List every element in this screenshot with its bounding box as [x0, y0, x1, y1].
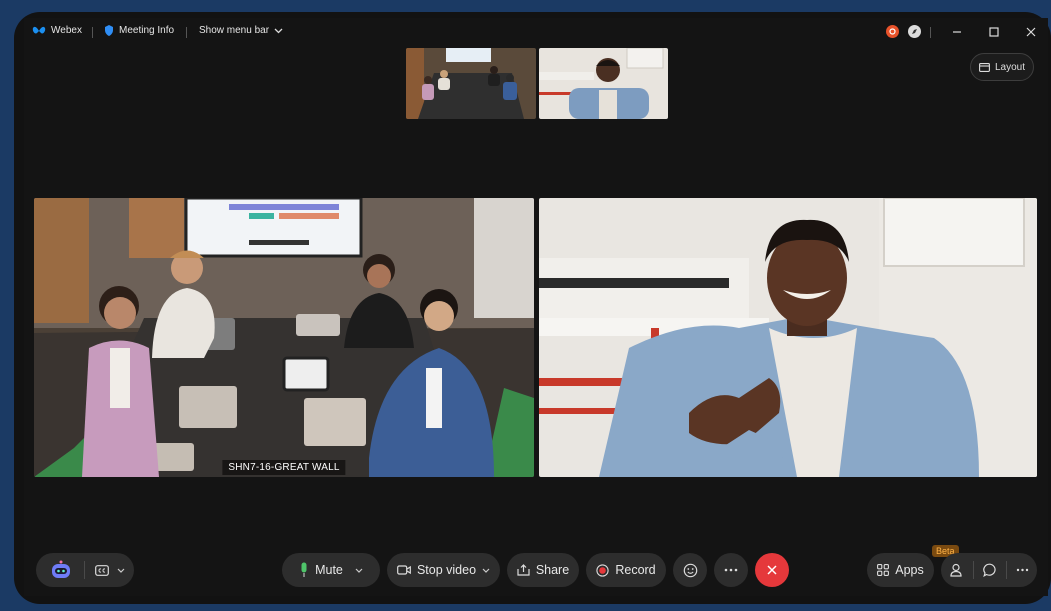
- thumbnail-participant[interactable]: [539, 48, 668, 119]
- minimize-button[interactable]: [947, 22, 967, 42]
- divider: [972, 561, 974, 579]
- share-label: Share: [535, 563, 570, 577]
- divider: [930, 27, 931, 38]
- compass-icon[interactable]: [908, 25, 921, 38]
- title-bar: Webex Meeting Info Show menu bar: [24, 18, 1048, 46]
- maximize-icon: [989, 27, 999, 37]
- maximize-button[interactable]: [984, 22, 1004, 42]
- webex-logo: Webex: [32, 25, 82, 36]
- apps-button[interactable]: Apps: [867, 553, 934, 587]
- share-icon: [517, 564, 530, 576]
- meeting-info-button[interactable]: Meeting Info: [104, 25, 174, 36]
- thumbnail-conference-room[interactable]: [406, 48, 536, 119]
- divider: [92, 27, 93, 38]
- layout-label: Layout: [994, 61, 1026, 73]
- divider: [186, 27, 187, 38]
- close-icon: [1026, 27, 1036, 37]
- participant-video: [539, 198, 1037, 477]
- mute-label: Mute: [315, 563, 343, 577]
- video-tile-conference-room[interactable]: SHN7-16-GREAT WALL: [34, 198, 534, 477]
- close-icon: [767, 565, 777, 575]
- meeting-info-label: Meeting Info: [119, 25, 175, 36]
- minimize-icon: [953, 31, 961, 33]
- app-name: Webex: [51, 25, 82, 36]
- chevron-down-icon[interactable]: [117, 568, 125, 573]
- closed-captions-icon[interactable]: [95, 564, 109, 576]
- recording-status-icon[interactable]: [886, 25, 899, 38]
- shield-icon: [104, 25, 114, 36]
- meeting-window: Webex Meeting Info Show menu bar Layout …: [24, 18, 1048, 596]
- participant-name-label: SHN7-16-GREAT WALL: [222, 460, 346, 475]
- ai-assistant-icon[interactable]: [50, 560, 72, 580]
- video-camera-icon: [397, 565, 411, 575]
- show-menu-bar-button[interactable]: Show menu bar: [199, 25, 283, 36]
- mute-button[interactable]: Mute: [282, 553, 380, 587]
- end-call-button[interactable]: [755, 553, 789, 587]
- webex-icon: [32, 26, 46, 36]
- assistant-captions-group: [36, 553, 134, 587]
- panel-buttons-group: [941, 553, 1037, 587]
- more-options-button[interactable]: [714, 553, 748, 587]
- reactions-button[interactable]: [673, 553, 707, 587]
- chat-icon[interactable]: [982, 563, 997, 577]
- microphone-icon: [299, 562, 309, 578]
- chevron-down-icon: [274, 28, 283, 34]
- conference-room-thumbnail-image: [406, 48, 536, 119]
- layout-button[interactable]: Layout: [970, 53, 1034, 81]
- conference-room-video: [34, 198, 534, 477]
- emoji-icon: [683, 563, 698, 578]
- show-menu-bar-label: Show menu bar: [199, 25, 270, 36]
- record-icon: [596, 563, 609, 577]
- record-button[interactable]: Record: [586, 553, 666, 587]
- record-label: Record: [615, 563, 656, 577]
- divider: [84, 561, 85, 579]
- stop-video-button[interactable]: Stop video: [387, 553, 500, 587]
- divider: [1005, 561, 1007, 579]
- more-icon: [724, 568, 738, 572]
- layout-icon: [979, 62, 990, 72]
- close-button[interactable]: [1021, 22, 1041, 42]
- participants-icon[interactable]: [949, 563, 964, 577]
- participant-thumbnail-image: [539, 48, 668, 119]
- stop-video-label: Stop video: [416, 563, 477, 577]
- share-button[interactable]: Share: [507, 553, 579, 587]
- apps-label: Apps: [895, 563, 924, 577]
- more-icon[interactable]: [1016, 568, 1029, 572]
- apps-grid-icon: [877, 564, 890, 576]
- chevron-down-icon[interactable]: [355, 568, 363, 573]
- chevron-down-icon[interactable]: [482, 568, 490, 573]
- video-tile-participant[interactable]: [539, 198, 1037, 477]
